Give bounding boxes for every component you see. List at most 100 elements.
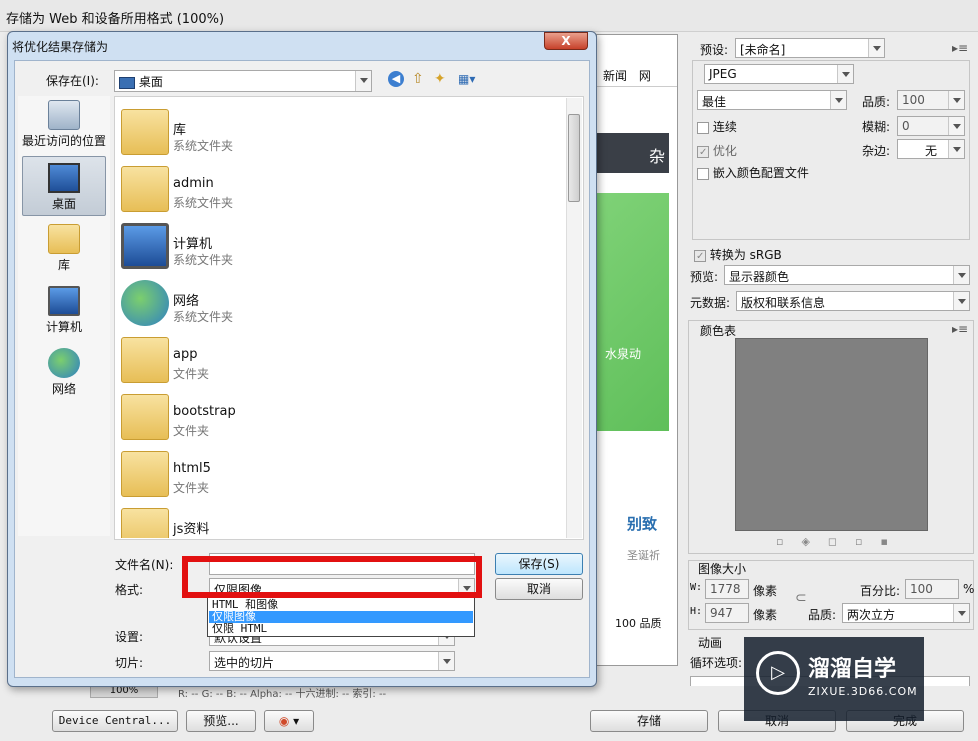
bg-tab-web: 网 bbox=[638, 69, 651, 83]
folder-icon bbox=[121, 394, 169, 440]
list-item[interactable]: js资料 文件夹 bbox=[119, 504, 559, 538]
computer-icon bbox=[121, 223, 169, 269]
link-icon[interactable]: ⊂ bbox=[795, 590, 807, 606]
color-table-label: 颜色表 bbox=[700, 324, 737, 338]
metadata-select[interactable]: 版权和联系信息 bbox=[736, 291, 970, 311]
blur-label: 模糊: bbox=[862, 120, 891, 134]
list-item[interactable]: html5 文件夹 bbox=[119, 447, 559, 501]
chevron-down-icon bbox=[438, 652, 454, 670]
convert-srgb-checkbox[interactable]: 转换为 sRGB bbox=[694, 246, 782, 263]
list-item[interactable]: app 文件夹 bbox=[119, 333, 559, 387]
network-icon bbox=[48, 348, 80, 378]
percent-unit: % bbox=[963, 582, 975, 596]
image-size-label: 图像大小 bbox=[698, 562, 747, 576]
libraries-icon bbox=[48, 224, 80, 254]
list-item[interactable]: 网络 系统文件夹 bbox=[119, 276, 559, 330]
watermark-url: ZIXUE.3D66.COM bbox=[808, 685, 918, 698]
percent-label: 百分比: bbox=[860, 584, 901, 598]
save-in-select[interactable]: 桌面 bbox=[114, 70, 372, 92]
format-option-html-only[interactable]: 仅限 HTML bbox=[209, 623, 473, 635]
format-label: 格式: bbox=[115, 583, 144, 597]
file-list[interactable]: 库 系统文件夹 admin 系统文件夹 计算机 系统文件夹 网络 系统文件夹 a… bbox=[114, 96, 584, 540]
chevron-down-icon bbox=[868, 39, 884, 57]
save-button[interactable]: 存储 bbox=[590, 710, 708, 732]
quality-preset-select[interactable]: 最佳 bbox=[697, 90, 847, 110]
quality-input[interactable]: 100 bbox=[897, 90, 965, 110]
bg-green-banner: 水泉动 bbox=[597, 193, 669, 431]
desktop-icon bbox=[48, 163, 80, 193]
preview-select[interactable]: 显示器颜色 bbox=[724, 265, 970, 285]
height-label: H: bbox=[690, 606, 703, 617]
libraries-folder-icon bbox=[121, 109, 169, 155]
scrollbar-thumb[interactable] bbox=[568, 114, 580, 202]
browser-preview-button[interactable]: ◉ ▾ bbox=[264, 710, 314, 732]
network-icon bbox=[121, 280, 169, 326]
place-network[interactable]: 网络 bbox=[22, 348, 106, 402]
list-item[interactable]: 计算机 系统文件夹 bbox=[119, 219, 559, 273]
list-item[interactable]: admin 系统文件夹 bbox=[119, 162, 559, 216]
loop-label: 循环选项: bbox=[690, 656, 743, 670]
recent-places-icon bbox=[48, 100, 80, 130]
chevron-down-icon bbox=[355, 71, 371, 91]
height-input[interactable]: 947 bbox=[705, 603, 749, 623]
folder-icon bbox=[121, 508, 169, 538]
filename-label: 文件名(N): bbox=[115, 558, 174, 572]
place-computer[interactable]: 计算机 bbox=[22, 286, 106, 340]
back-icon[interactable]: ◀ bbox=[388, 71, 404, 87]
close-icon[interactable]: X bbox=[544, 32, 588, 50]
preview-button[interactable]: 预览... bbox=[186, 710, 256, 732]
chevron-down-icon bbox=[948, 91, 964, 109]
place-libraries[interactable]: 库 bbox=[22, 224, 106, 278]
computer-icon bbox=[48, 286, 80, 316]
list-item[interactable]: 库 系统文件夹 bbox=[119, 105, 559, 159]
bg-quality-text: 100 品质 bbox=[615, 617, 662, 630]
settings-label: 设置: bbox=[115, 630, 144, 644]
animation-label: 动画 bbox=[698, 636, 723, 650]
chevron-down-icon bbox=[948, 117, 964, 135]
resample-select[interactable]: 两次立方 bbox=[842, 603, 970, 623]
chevron-down-icon bbox=[948, 140, 964, 158]
preview-area: 新闻 网 杂 水泉动 别致 圣诞祈 100 品质 bbox=[596, 34, 678, 666]
chevron-down-icon bbox=[953, 266, 969, 284]
device-central-button[interactable]: Device Central... bbox=[52, 710, 178, 732]
dialog-cancel-button[interactable]: 取消 bbox=[495, 578, 583, 600]
matte-select[interactable]: 无 bbox=[897, 139, 965, 159]
width-label: W: bbox=[690, 582, 703, 593]
percent-input[interactable]: 100 bbox=[905, 579, 959, 599]
format-select[interactable]: JPEG bbox=[704, 64, 854, 84]
color-table-tools[interactable]: ▫◈◻▫▪ bbox=[776, 535, 906, 548]
progressive-checkbox[interactable]: 连续 bbox=[697, 118, 737, 135]
height-unit: 像素 bbox=[753, 608, 778, 622]
dialog-save-button[interactable]: 保存(S) bbox=[495, 553, 583, 575]
color-table-menu-icon[interactable]: ▸≡ bbox=[952, 322, 968, 336]
blur-input[interactable]: 0 bbox=[897, 116, 965, 136]
quality-label: 品质: bbox=[862, 95, 891, 109]
list-item[interactable]: bootstrap 文件夹 bbox=[119, 390, 559, 444]
place-recent[interactable]: 最近访问的位置 bbox=[22, 100, 106, 154]
resample-quality-label: 品质: bbox=[808, 608, 837, 622]
width-input[interactable]: 1778 bbox=[705, 579, 749, 599]
optimized-checkbox[interactable]: 优化 bbox=[697, 142, 737, 159]
view-menu-icon[interactable]: ▦▾ bbox=[458, 72, 482, 87]
preset-select[interactable]: [未命名] bbox=[735, 38, 885, 58]
user-folder-icon bbox=[121, 166, 169, 212]
play-logo-icon: ▷ bbox=[756, 651, 800, 695]
window-title: 存储为 Web 和设备所用格式 (100%) bbox=[0, 0, 978, 32]
place-desktop[interactable]: 桌面 bbox=[22, 156, 106, 216]
bg-heading: 别致 bbox=[627, 515, 658, 533]
slices-select[interactable]: 选中的切片 bbox=[209, 651, 455, 671]
bg-tab-news: 新闻 bbox=[603, 69, 628, 83]
preview-label: 预览: bbox=[690, 270, 719, 284]
chevron-down-icon bbox=[837, 65, 853, 83]
chevron-down-icon bbox=[830, 91, 846, 109]
embed-profile-checkbox[interactable]: 嵌入颜色配置文件 bbox=[697, 164, 809, 181]
chevron-down-icon bbox=[953, 604, 969, 622]
color-table-swatch-area bbox=[735, 338, 928, 531]
new-folder-icon[interactable]: ✦ bbox=[434, 71, 446, 87]
up-folder-icon[interactable]: ⇧ bbox=[412, 71, 424, 87]
panel-menu-icon[interactable]: ▸≡ bbox=[952, 41, 968, 55]
preset-label: 预设: bbox=[700, 43, 729, 57]
highlight-box bbox=[182, 556, 482, 598]
watermark: ▷ 溜溜自学 ZIXUE.3D66.COM bbox=[744, 637, 924, 721]
folder-icon bbox=[121, 337, 169, 383]
